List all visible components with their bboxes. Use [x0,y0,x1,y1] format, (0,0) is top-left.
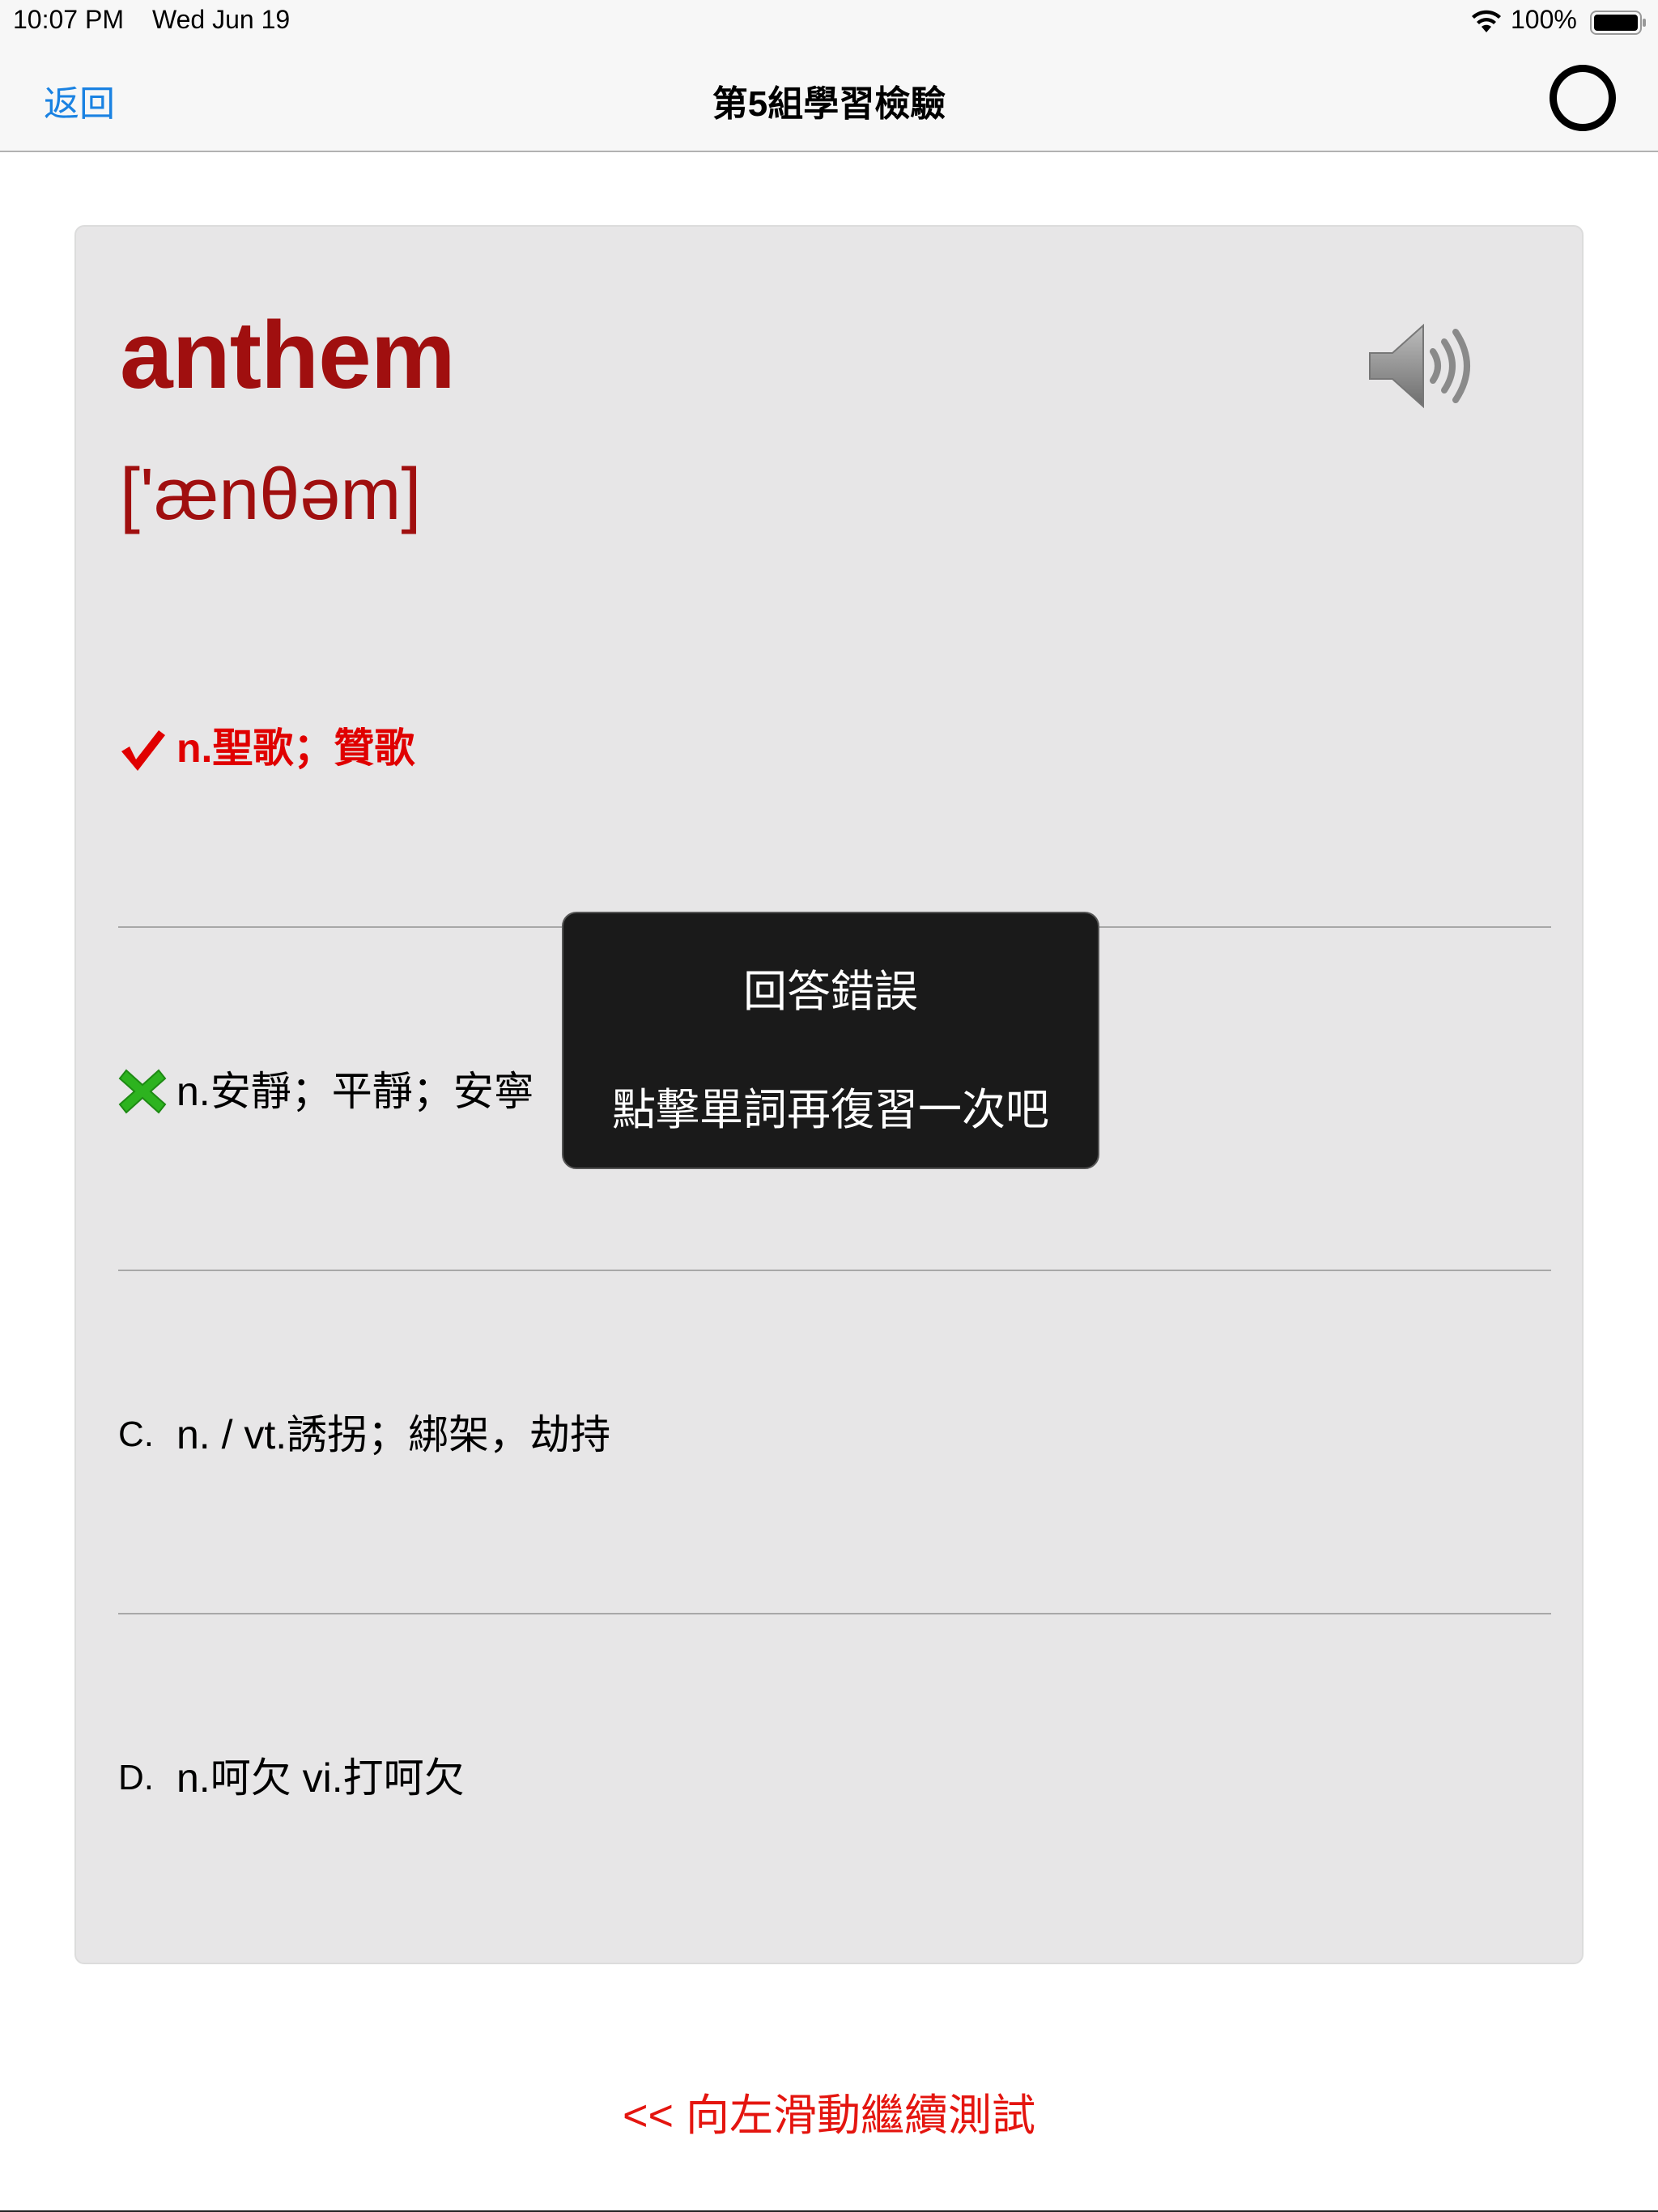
toast-title: 回答錯誤 [743,968,918,1016]
feedback-toast: 回答錯誤 點擊單詞再復習一次吧 [562,912,1099,1169]
circle-icon[interactable] [1550,65,1616,131]
page-title: 第5組學習檢驗 [712,84,946,124]
wifi-icon [1472,10,1501,32]
battery-icon [1590,11,1646,35]
vocabulary-word[interactable]: anthem [120,308,456,403]
option-text: n. / vt.誘拐；綁架，劫持 [176,1412,611,1457]
battery-percentage: 100% [1511,5,1577,34]
answer-option-c[interactable]: C. n. / vt.誘拐；綁架，劫持 [118,1410,1551,1572]
cross-icon [118,1069,167,1114]
divider [118,1613,1551,1614]
option-text: n.聖歌；贊歌 [176,725,415,771]
answer-option-d[interactable]: D. n.呵欠 vi.打呵欠 [118,1754,1551,1916]
phonetic-transcription: ['ænθəm] [120,454,422,535]
answer-option-a[interactable]: n.聖歌；贊歌 [118,724,1551,886]
option-text: n.呵欠 vi.打呵欠 [176,1755,465,1801]
status-bar: 10:07 PM Wed Jun 19 100% [0,0,1658,42]
swipe-hint: << 向左滑動繼續測試 [622,2091,1036,2140]
toast-message: 點擊單詞再復習一次吧 [612,1086,1049,1134]
option-letter: D. [118,1758,154,1797]
option-text: n.安靜；平靜；安寧 [176,1069,534,1114]
divider [118,1270,1551,1271]
status-time: 10:07 PM [13,5,124,34]
status-date: Wed Jun 19 [152,5,291,34]
checkmark-icon [121,730,165,771]
speaker-icon[interactable] [1367,317,1480,415]
option-letter: C. [118,1414,154,1454]
navigation-bar: 返回 第5組學習檢驗 [0,42,1658,152]
